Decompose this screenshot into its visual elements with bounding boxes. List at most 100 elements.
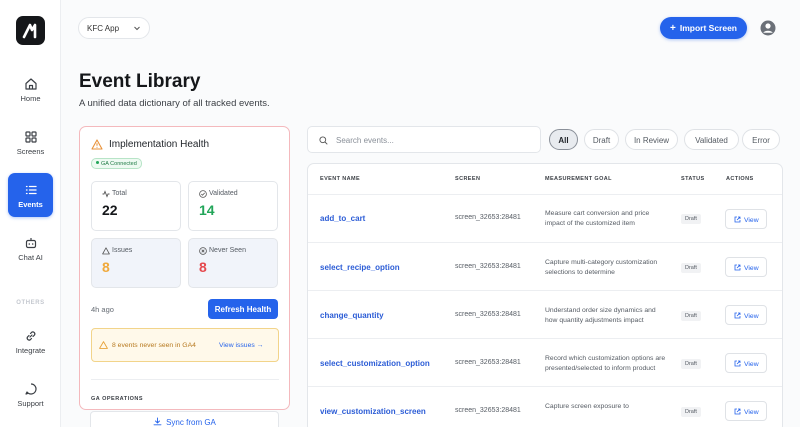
table-row[interactable]: select_customization_option screen_32653… bbox=[308, 338, 782, 386]
warning-small-icon bbox=[102, 247, 110, 255]
filter-chip-in-review[interactable]: In Review bbox=[625, 129, 678, 150]
view-label: View bbox=[744, 409, 759, 416]
app-selector[interactable]: KFC App bbox=[78, 17, 150, 39]
external-link-icon bbox=[734, 408, 741, 415]
view-button[interactable]: View bbox=[725, 353, 767, 373]
sidebar-item-support[interactable]: Support bbox=[8, 382, 53, 408]
view-label: View bbox=[744, 313, 759, 320]
ga-operations-label: GA OPERATIONS bbox=[91, 396, 144, 402]
screen-id: screen_32653:28481 bbox=[455, 311, 521, 318]
app-logo[interactable] bbox=[16, 16, 45, 45]
measurement-goal: Measure cart conversion and price impact… bbox=[545, 210, 650, 227]
view-issues-link[interactable]: View issues → bbox=[219, 342, 263, 349]
import-screen-button[interactable]: + Import Screen bbox=[660, 17, 747, 39]
stat-label: Never Seen bbox=[209, 247, 246, 254]
stat-value: 8 bbox=[199, 259, 207, 275]
event-name-link[interactable]: select_customization_option bbox=[320, 359, 430, 368]
search-input[interactable] bbox=[336, 133, 532, 147]
measurement-goal: Record which customization options are p… bbox=[545, 355, 666, 372]
sidebar-item-chat-ai[interactable]: Chat AI bbox=[8, 236, 53, 262]
stat-issues[interactable]: Issues 8 bbox=[91, 238, 181, 288]
screen-id: screen_32653:28481 bbox=[455, 214, 521, 221]
chevron-down-icon bbox=[134, 26, 140, 31]
stat-value: 22 bbox=[102, 202, 118, 218]
sidebar: Home Screens Events Chat AI OTHERS Integ… bbox=[0, 0, 61, 427]
view-button[interactable]: View bbox=[725, 305, 767, 325]
sidebar-item-label: Home bbox=[20, 94, 41, 103]
sidebar-item-home[interactable]: Home bbox=[8, 77, 53, 103]
table-row[interactable]: select_recipe_option screen_32653:28481 … bbox=[308, 242, 782, 290]
stat-never-seen[interactable]: Never Seen 8 bbox=[188, 238, 278, 288]
column-header-event-name[interactable]: EVENT NAME bbox=[320, 176, 360, 182]
user-avatar-icon[interactable] bbox=[760, 20, 776, 36]
view-button[interactable]: View bbox=[725, 209, 767, 229]
last-refresh-time: 4h ago bbox=[91, 305, 114, 314]
search-box bbox=[307, 126, 541, 153]
warning-icon bbox=[99, 341, 108, 349]
stat-total: Total 22 bbox=[91, 181, 181, 231]
sidebar-item-label: Events bbox=[18, 200, 43, 209]
sync-label: Sync from GA bbox=[166, 418, 216, 427]
health-title: Implementation Health bbox=[109, 139, 210, 150]
home-icon bbox=[24, 78, 37, 90]
page-title: Event Library bbox=[79, 71, 201, 92]
refresh-health-button[interactable]: Refresh Health bbox=[208, 299, 278, 319]
status-dot-icon bbox=[96, 161, 99, 164]
external-link-icon bbox=[734, 216, 741, 223]
stat-value: 14 bbox=[199, 202, 215, 218]
sidebar-item-label: Screens bbox=[16, 147, 45, 156]
column-header-screen[interactable]: SCREEN bbox=[455, 176, 480, 182]
screen-id: screen_32653:28481 bbox=[455, 263, 521, 270]
list-icon bbox=[25, 185, 37, 195]
chat-bubble-icon bbox=[24, 383, 37, 395]
events-table: EVENT NAME SCREEN MEASUREMENT GOAL STATU… bbox=[307, 163, 783, 427]
ga-badge-label: GA Connected bbox=[101, 161, 137, 167]
sidebar-item-label: Chat AI bbox=[18, 253, 43, 262]
event-name-link[interactable]: add_to_cart bbox=[320, 214, 365, 223]
app-selector-label: KFC App bbox=[87, 24, 120, 33]
event-name-link[interactable]: select_recipe_option bbox=[320, 263, 400, 272]
stat-label: Total bbox=[112, 190, 127, 197]
view-label: View bbox=[744, 361, 759, 368]
never-seen-alert: 8 events never seen in GA4 View issues → bbox=[91, 328, 279, 362]
download-icon bbox=[153, 417, 162, 426]
measurement-goal: Understand order size dynamics and how q… bbox=[545, 307, 656, 324]
sidebar-item-screens[interactable]: Screens bbox=[8, 130, 53, 156]
filter-chip-validated[interactable]: Validated bbox=[684, 129, 739, 150]
measurement-goal: Capture multi-category customization sel… bbox=[545, 259, 658, 276]
sidebar-item-events[interactable]: Events bbox=[8, 173, 53, 217]
filter-chip-draft[interactable]: Draft bbox=[584, 129, 619, 150]
import-screen-label: Import Screen bbox=[679, 23, 737, 33]
activity-icon bbox=[102, 190, 110, 198]
link-icon bbox=[26, 331, 35, 341]
alert-text: 8 events never seen in GA4 bbox=[112, 342, 196, 349]
filter-chip-error[interactable]: Error bbox=[742, 129, 780, 150]
table-row[interactable]: change_quantity screen_32653:28481 Under… bbox=[308, 290, 782, 338]
ga-connected-badge: GA Connected bbox=[91, 158, 142, 169]
view-label: View bbox=[744, 217, 759, 224]
table-row[interactable]: view_customization_screen screen_32653:2… bbox=[308, 386, 782, 427]
external-link-icon bbox=[734, 264, 741, 271]
event-name-link[interactable]: view_customization_screen bbox=[320, 407, 426, 416]
check-circle-icon bbox=[199, 190, 207, 198]
stat-label: Issues bbox=[112, 247, 133, 254]
sync-from-ga-button[interactable]: Sync from GA bbox=[90, 411, 279, 427]
stat-value: 8 bbox=[102, 259, 110, 275]
event-name-link[interactable]: change_quantity bbox=[320, 311, 384, 320]
table-row[interactable]: add_to_cart screen_32653:28481 Measure c… bbox=[308, 194, 782, 242]
column-header-status[interactable]: STATUS bbox=[681, 176, 705, 182]
view-button[interactable]: View bbox=[725, 257, 767, 277]
bot-icon bbox=[25, 238, 36, 249]
sidebar-item-label: Integrate bbox=[15, 346, 46, 355]
status-badge: Draft bbox=[681, 311, 701, 321]
status-badge: Draft bbox=[681, 407, 701, 417]
plus-icon: + bbox=[670, 23, 676, 34]
view-button[interactable]: View bbox=[725, 401, 767, 421]
page-subtitle: A unified data dictionary of all tracked… bbox=[79, 98, 270, 109]
status-badge: Draft bbox=[681, 214, 701, 224]
sidebar-item-integrate[interactable]: Integrate bbox=[8, 329, 53, 355]
view-label: View bbox=[744, 265, 759, 272]
logo-mark-icon bbox=[22, 23, 37, 39]
stat-validated: Validated 14 bbox=[188, 181, 278, 231]
filter-chip-all[interactable]: All bbox=[549, 129, 578, 150]
